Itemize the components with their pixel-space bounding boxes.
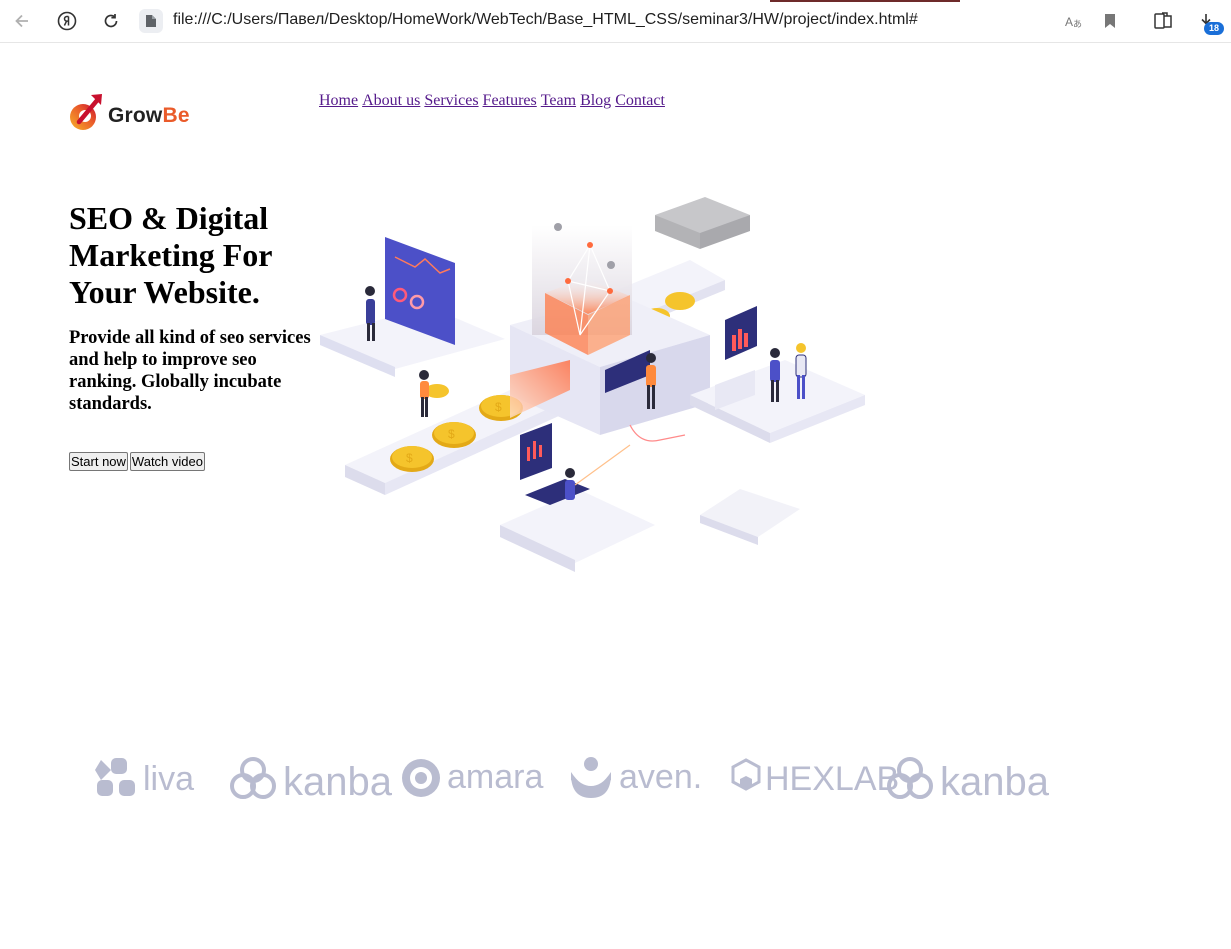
- nav-link-services[interactable]: Services: [424, 92, 478, 109]
- start-now-button[interactable]: Start now: [69, 452, 128, 471]
- site-logo[interactable]: GrowBe: [67, 92, 207, 134]
- main-nav: Home About us Services Features Team Blog Cont…: [319, 92, 669, 110]
- svg-text:$: $: [495, 400, 502, 414]
- svg-text:kanba: kanba: [283, 760, 393, 804]
- svg-text:$: $: [448, 427, 455, 441]
- liva-logo: liva: [95, 758, 194, 798]
- translate-icon[interactable]: Aあ: [1062, 9, 1086, 33]
- nav-link-features[interactable]: Features: [483, 92, 537, 109]
- coin: $: [390, 446, 434, 472]
- kanba-logo-2: kanba: [887, 757, 1050, 804]
- back-icon[interactable]: [10, 9, 34, 33]
- nav-link-home[interactable]: Home: [319, 92, 358, 109]
- browser-toolbar: file:///C:/Users/Павел/Desktop/HomeWork/…: [0, 0, 1231, 43]
- svg-text:A: A: [1065, 15, 1073, 29]
- amara-logo: amara: [402, 758, 543, 797]
- logo-text: GrowBe: [108, 104, 190, 127]
- address-bar[interactable]: file:///C:/Users/Павел/Desktop/HomeWork/…: [173, 11, 918, 29]
- yandex-icon[interactable]: [55, 9, 79, 33]
- collections-icon[interactable]: [1151, 9, 1175, 33]
- nav-link-blog[interactable]: Blog: [580, 92, 611, 109]
- coin: $: [432, 422, 476, 448]
- svg-text:kanba: kanba: [940, 760, 1050, 804]
- svg-text:あ: あ: [1073, 19, 1082, 29]
- svg-text:amara: amara: [447, 758, 543, 796]
- hero-illustration: $ $ $: [320, 197, 865, 572]
- svg-text:HEXLAB: HEXLAB: [765, 760, 899, 798]
- svg-text:liva: liva: [143, 760, 194, 798]
- hero-subtitle: Provide all kind of seo services and hel…: [69, 328, 311, 414]
- kanba-logo: kanba: [230, 757, 393, 804]
- reload-icon[interactable]: [99, 9, 123, 33]
- hero-title: SEO & Digital Marketing For Your Website…: [69, 200, 272, 310]
- bookmark-icon[interactable]: [1098, 9, 1122, 33]
- aven-logo: aven.: [571, 757, 702, 798]
- nav-link-about-us[interactable]: About us: [362, 92, 420, 109]
- growbe-logo-icon: [70, 94, 102, 130]
- download-count-badge: 18: [1204, 22, 1224, 35]
- nav-link-team[interactable]: Team: [541, 92, 576, 109]
- nav-link-contact[interactable]: Contact: [615, 92, 665, 109]
- active-tab-indicator: [770, 0, 960, 2]
- svg-text:aven.: aven.: [619, 758, 702, 796]
- file-icon[interactable]: [139, 9, 163, 33]
- hero-buttons: Start now Watch video: [69, 452, 207, 471]
- hexlab-logo: HEXLAB: [731, 758, 899, 798]
- watch-video-button[interactable]: Watch video: [129, 452, 205, 471]
- partner-logos: liva kanba amara aven. HEXLAB kanba: [95, 757, 1050, 804]
- svg-text:$: $: [406, 451, 413, 465]
